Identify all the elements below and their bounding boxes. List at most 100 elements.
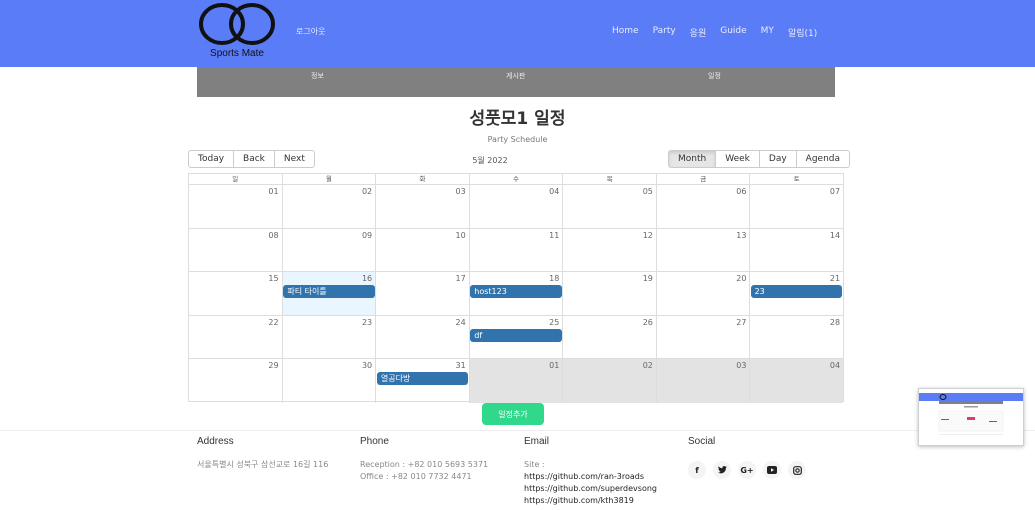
- day-number[interactable]: 03: [736, 361, 746, 370]
- tab-schedule[interactable]: 일정: [708, 71, 721, 81]
- nav-notifications[interactable]: 알림(1): [788, 26, 817, 39]
- calendar-day-cell[interactable]: 14: [749, 228, 843, 271]
- calendar-day-cell[interactable]: 26: [562, 315, 656, 358]
- day-number[interactable]: 04: [549, 187, 559, 196]
- calendar-day-cell[interactable]: 08: [189, 229, 282, 272]
- instagram-icon[interactable]: [788, 461, 806, 479]
- logo-rings-icon: [199, 3, 275, 45]
- calendar-day-cell[interactable]: 11: [468, 228, 563, 271]
- nav-guide[interactable]: Guide: [720, 26, 746, 39]
- calendar-day-cell[interactable]: 02: [281, 185, 376, 228]
- day-number[interactable]: 26: [643, 318, 653, 327]
- day-number[interactable]: 13: [736, 231, 746, 240]
- day-number[interactable]: 23: [362, 318, 372, 327]
- day-number[interactable]: 08: [268, 231, 278, 240]
- calendar-day-cell[interactable]: 17: [375, 272, 469, 315]
- github-link-1[interactable]: https://github.com/ran-3roads: [524, 471, 657, 483]
- nav-home[interactable]: Home: [612, 26, 639, 39]
- calendar-day-cell[interactable]: 30: [281, 359, 376, 403]
- month-calendar: 일 월화수목금토 01 02 03 04 05 06 07 08 09 10 11 12 13 14 15 16…: [188, 173, 844, 403]
- day-number[interactable]: 25: [549, 318, 559, 327]
- add-schedule-button[interactable]: 일정추가: [482, 403, 544, 425]
- facebook-icon[interactable]: f: [688, 461, 706, 479]
- page-thumbnail-preview[interactable]: [918, 388, 1024, 446]
- week-view-button[interactable]: Week: [715, 150, 760, 168]
- youtube-icon[interactable]: [763, 461, 781, 479]
- calendar-day-cell[interactable]: 15: [189, 272, 282, 315]
- day-number[interactable]: 10: [456, 231, 466, 240]
- calendar-day-cell[interactable]: 02: [562, 359, 656, 403]
- calendar-day-cell[interactable]: 10: [375, 228, 469, 271]
- day-number[interactable]: 22: [268, 318, 278, 327]
- calendar-event[interactable]: 23: [750, 285, 842, 298]
- logout-link[interactable]: 로그아웃: [296, 26, 325, 37]
- calendar-day-cell[interactable]: 09: [281, 228, 376, 271]
- tab-info[interactable]: 정보: [311, 71, 324, 81]
- nav-cheer[interactable]: 응원: [690, 26, 707, 39]
- calendar-event[interactable]: 파티 타이틀: [283, 285, 375, 298]
- calendar-day-cell[interactable]: 12: [562, 228, 656, 271]
- day-number[interactable]: 31: [456, 361, 466, 370]
- day-number[interactable]: 09: [362, 231, 372, 240]
- day-number[interactable]: 04: [830, 361, 840, 370]
- nav-party[interactable]: Party: [653, 26, 676, 39]
- calendar-day-cell[interactable]: 04: [749, 359, 844, 403]
- calendar-day-cell[interactable]: 13: [655, 228, 750, 271]
- party-subtabs: 정보 게시판 일정: [197, 67, 835, 97]
- calendar-event[interactable]: 열공다방: [376, 372, 469, 385]
- day-number[interactable]: 12: [643, 231, 653, 240]
- calendar-day-cell[interactable]: 07: [749, 185, 843, 228]
- logo[interactable]: Sports Mate: [196, 2, 278, 62]
- calendar-day-cell[interactable]: 27: [655, 315, 750, 358]
- day-number[interactable]: 30: [362, 361, 372, 370]
- month-view-button[interactable]: Month: [668, 150, 717, 168]
- day-number[interactable]: 27: [736, 318, 746, 327]
- calendar-day-cell[interactable]: 04: [468, 185, 563, 228]
- calendar-day-cell[interactable]: 03: [375, 185, 469, 228]
- day-number[interactable]: 14: [830, 231, 840, 240]
- day-view-button[interactable]: Day: [758, 150, 797, 168]
- github-link-2[interactable]: https://github.com/superdevsong: [524, 483, 657, 495]
- day-number[interactable]: 01: [268, 187, 278, 196]
- calendar-day-cell[interactable]: 20: [655, 272, 750, 315]
- day-number[interactable]: 18: [549, 274, 559, 283]
- day-number[interactable]: 17: [456, 274, 466, 283]
- day-number[interactable]: 16: [362, 274, 372, 283]
- google-plus-icon[interactable]: G+: [738, 461, 756, 479]
- day-number[interactable]: 21: [830, 274, 840, 283]
- agenda-view-button[interactable]: Agenda: [795, 150, 851, 168]
- day-number[interactable]: 15: [268, 274, 278, 283]
- tab-board[interactable]: 게시판: [506, 71, 525, 81]
- github-link-3[interactable]: https://github.com/kth3819: [524, 495, 657, 507]
- nav-my[interactable]: MY: [761, 26, 774, 39]
- calendar-day-cell[interactable]: 28: [749, 315, 843, 358]
- twitter-icon[interactable]: [713, 461, 731, 479]
- day-number[interactable]: 02: [643, 361, 653, 370]
- day-number[interactable]: 11: [549, 231, 559, 240]
- footer-email: Email Site : https://github.com/ran-3roa…: [524, 436, 657, 507]
- calendar-day-cell[interactable]: 01: [468, 359, 563, 403]
- day-number[interactable]: 07: [830, 187, 840, 196]
- day-number[interactable]: 01: [549, 361, 559, 370]
- calendar-day-cell[interactable]: 19: [562, 272, 656, 315]
- day-number[interactable]: 05: [643, 187, 653, 196]
- calendar-day-cell[interactable]: 29: [189, 359, 282, 403]
- calendar-day-cell[interactable]: 24: [375, 315, 469, 358]
- calendar-day-cell[interactable]: 05: [562, 185, 656, 228]
- calendar-event[interactable]: df: [470, 328, 562, 342]
- calendar-event[interactable]: host123: [470, 285, 562, 298]
- calendar-day-cell[interactable]: 22: [189, 316, 282, 359]
- day-number[interactable]: 29: [268, 361, 278, 370]
- day-number[interactable]: 02: [362, 187, 372, 196]
- day-number[interactable]: 28: [830, 318, 840, 327]
- day-number[interactable]: 06: [736, 187, 746, 196]
- day-number[interactable]: 20: [736, 274, 746, 283]
- weekday-label: 화: [375, 174, 469, 184]
- calendar-day-cell[interactable]: 06: [655, 185, 750, 228]
- day-number[interactable]: 24: [456, 318, 466, 327]
- calendar-day-cell[interactable]: 01: [189, 185, 282, 228]
- day-number[interactable]: 19: [643, 274, 653, 283]
- calendar-day-cell[interactable]: 03: [655, 359, 750, 403]
- calendar-day-cell[interactable]: 23: [281, 315, 376, 358]
- day-number[interactable]: 03: [456, 187, 466, 196]
